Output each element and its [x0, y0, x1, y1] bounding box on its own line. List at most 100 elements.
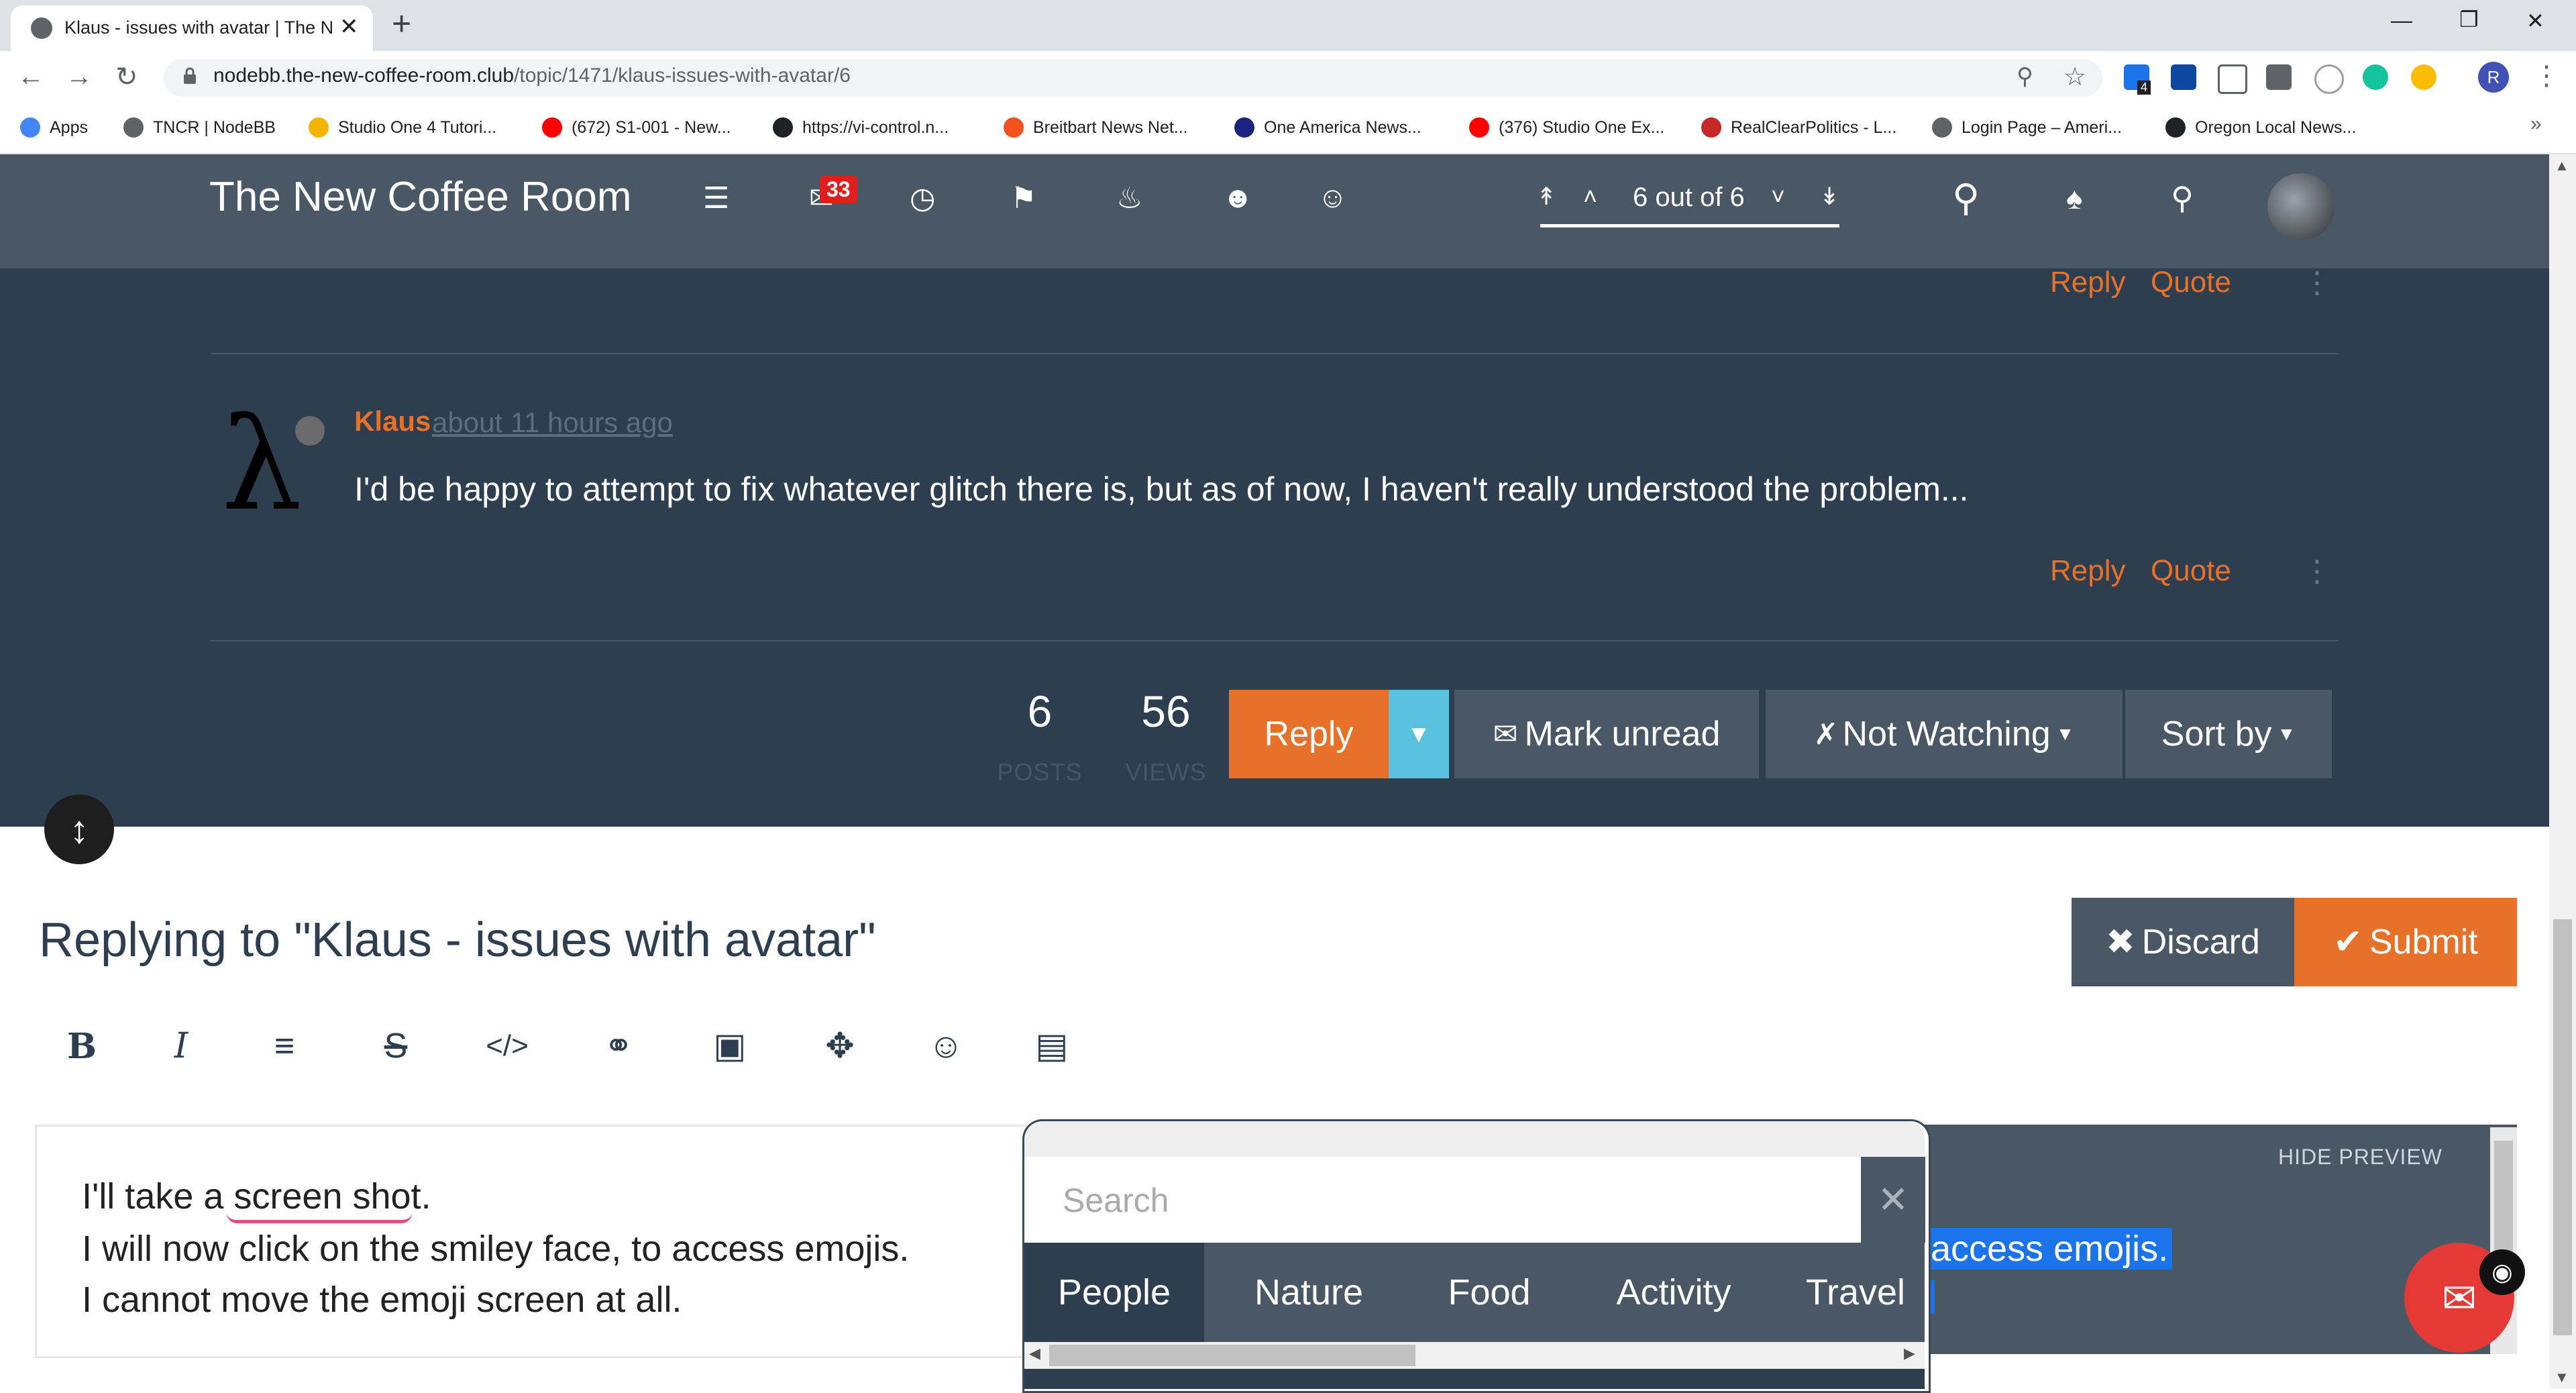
emoji-close-icon[interactable]: ✕ — [1861, 1157, 1925, 1243]
bookmark-item[interactable]: Breitbart News Net... — [1004, 114, 1188, 141]
code-icon[interactable]: </> — [480, 1024, 534, 1068]
quote-link-previous[interactable]: Quote — [2151, 266, 2231, 299]
profile-avatar[interactable]: R — [2478, 62, 2509, 93]
discard-button[interactable]: ✖ Discard — [2072, 898, 2294, 986]
emoji-picker-body — [1024, 1369, 1925, 1389]
bookmark-item[interactable]: One America News... — [1234, 114, 1421, 141]
groups-icon[interactable]: ☺ — [1318, 181, 1348, 215]
extension-badge: 4 — [2137, 81, 2151, 95]
browser-menu-icon[interactable]: ⋮ — [2533, 60, 2560, 91]
minimize-icon[interactable]: — — [2391, 8, 2412, 33]
emoji-smiley-icon[interactable]: ☺ — [919, 1024, 973, 1068]
back-icon[interactable]: ← — [17, 62, 44, 92]
bookmark-item[interactable]: (672) S1-001 - New... — [542, 114, 731, 141]
first-post-icon[interactable]: ↟ — [1536, 183, 1556, 211]
zoom-icon[interactable]: ⚲ — [2017, 63, 2033, 90]
italic-icon[interactable]: I — [154, 1024, 208, 1068]
caret-down-icon: ▼ — [2055, 723, 2075, 744]
extension-help-icon[interactable] — [2266, 64, 2292, 90]
emoji-tab-nature[interactable]: Nature — [1214, 1243, 1403, 1342]
bookmarks-more-icon[interactable]: » — [2530, 113, 2542, 136]
post-author-name[interactable]: Klaus — [354, 405, 431, 437]
recent-clock-icon[interactable]: ◷ — [910, 181, 935, 215]
scroll-up-icon[interactable]: ▲ — [2555, 157, 2569, 174]
emoji-tab-activity[interactable]: Activity — [1570, 1243, 1778, 1342]
popular-fire-icon[interactable]: ♨ — [1116, 181, 1142, 215]
search-icon[interactable]: ⚲ — [1952, 176, 1980, 220]
quote-link[interactable]: Quote — [2151, 554, 2231, 588]
bookmark-item[interactable]: Login Page – Ameri... — [1932, 114, 2122, 141]
composer-line: I cannot move the emoji screen at all. — [82, 1280, 682, 1320]
chats-icon[interactable]: ⚲ — [2171, 180, 2194, 216]
post-menu-icon[interactable]: ⋮ — [2302, 554, 2332, 588]
emoji-tab-people[interactable]: People — [1024, 1243, 1204, 1342]
bookmark-item[interactable]: Apps — [20, 114, 88, 141]
user-avatar[interactable] — [2267, 173, 2334, 240]
posts-count: 6 — [1027, 686, 1053, 736]
scroll-right-icon[interactable]: ▶ — [1904, 1345, 1915, 1362]
bookmark-label: Oregon Local News... — [2195, 117, 2357, 137]
scroll-left-icon[interactable]: ◀ — [1029, 1345, 1040, 1362]
extension-headphones-icon[interactable] — [2314, 64, 2344, 94]
pager-position: 6 out of 6 — [1633, 183, 1745, 212]
extension-screen-icon[interactable] — [2218, 64, 2247, 94]
bold-icon[interactable]: B — [55, 1024, 109, 1068]
extension-flag-icon[interactable] — [2171, 64, 2196, 90]
new-tab-button[interactable]: + — [392, 4, 411, 43]
restore-icon[interactable]: ❐ — [2459, 7, 2479, 32]
bookmark-label: Breitbart News Net... — [1033, 117, 1188, 137]
link-icon[interactable]: ⚭ — [592, 1024, 645, 1068]
last-post-icon[interactable]: ↡ — [1819, 183, 1839, 211]
emoji-tab-travel[interactable]: Travel — [1784, 1243, 1927, 1342]
bookmark-item[interactable]: Studio One 4 Tutori... — [309, 114, 496, 141]
bookmark-item[interactable]: TNCR | NodeBB — [123, 114, 276, 141]
extension-search-icon[interactable] — [2411, 64, 2436, 90]
prev-post-icon[interactable]: ˄ — [1583, 183, 1597, 211]
browser-tab-active[interactable]: Klaus - issues with avatar | The N ✕ — [11, 5, 373, 51]
eye-icon[interactable]: ◉ — [2479, 1249, 2525, 1295]
composer-resize-handle-icon[interactable]: ↕ — [44, 794, 114, 864]
youtube-icon — [1469, 117, 1489, 138]
window-close-icon[interactable]: ✕ — [2526, 8, 2544, 34]
post-author-avatar[interactable]: λ — [221, 401, 302, 529]
reply-link[interactable]: Reply — [2050, 554, 2126, 588]
topic-reply-button[interactable]: Reply — [1229, 690, 1389, 778]
forum-brand[interactable]: The New Coffee Room — [209, 173, 631, 221]
list-icon[interactable]: ≡ — [258, 1024, 311, 1068]
bookmark-item[interactable]: https://vi-control.n... — [773, 114, 949, 141]
tags-icon[interactable]: ⚑ — [1010, 181, 1036, 215]
bookmark-item[interactable]: RealClearPolitics - L... — [1701, 114, 1896, 141]
fullscreen-icon[interactable]: ✥ — [813, 1024, 867, 1068]
reload-icon[interactable]: ↻ — [115, 62, 138, 93]
reply-options-caret-icon[interactable]: ▼ — [1389, 690, 1449, 778]
preview-scrollbar-thumb[interactable] — [2494, 1141, 2513, 1255]
user-icon[interactable]: ☻ — [1222, 181, 1253, 215]
watching-dropdown[interactable]: ✗ Not Watching ▼ — [1766, 690, 2123, 778]
emoji-tabs-scrollbar-thumb[interactable] — [1049, 1345, 1415, 1366]
post-timestamp[interactable]: about 11 hours ago — [432, 407, 673, 439]
notifications-bell-icon[interactable]: ♠ — [2066, 180, 2082, 216]
reply-link-previous[interactable]: Reply — [2050, 266, 2126, 299]
mark-unread-button[interactable]: ✉ Mark unread — [1454, 690, 1759, 778]
hide-preview-toggle[interactable]: HIDE PREVIEW — [2278, 1145, 2443, 1170]
next-post-icon[interactable]: ˅ — [1771, 183, 1785, 211]
categories-icon[interactable]: ☰ — [703, 181, 729, 215]
apps-grid-icon — [20, 117, 40, 138]
post-menu-icon[interactable]: ⋮ — [2302, 266, 2332, 300]
tab-close-icon[interactable]: ✕ — [339, 13, 359, 40]
image-icon[interactable]: ▣ — [703, 1024, 757, 1068]
views-label: VIEWS — [1125, 758, 1207, 786]
page-scrollbar-thumb[interactable] — [2553, 919, 2572, 1335]
sort-dropdown[interactable]: Sort by ▼ — [2125, 690, 2332, 778]
bookmark-item[interactable]: Oregon Local News... — [2165, 114, 2356, 141]
bookmark-item[interactable]: (376) Studio One Ex... — [1469, 114, 1664, 141]
forward-icon[interactable]: → — [66, 62, 93, 92]
upload-file-icon[interactable]: ▤ — [1025, 1024, 1079, 1068]
grammarly-icon[interactable] — [2363, 64, 2388, 90]
emoji-tab-food[interactable]: Food — [1411, 1243, 1567, 1342]
scroll-down-icon[interactable]: ▼ — [2555, 1369, 2569, 1386]
submit-button[interactable]: ✔ Submit — [2294, 898, 2517, 986]
emoji-picker-drag-header[interactable] — [1024, 1121, 1925, 1157]
bookmark-star-icon[interactable]: ☆ — [2063, 62, 2086, 92]
strikethrough-icon[interactable]: S — [369, 1024, 423, 1068]
